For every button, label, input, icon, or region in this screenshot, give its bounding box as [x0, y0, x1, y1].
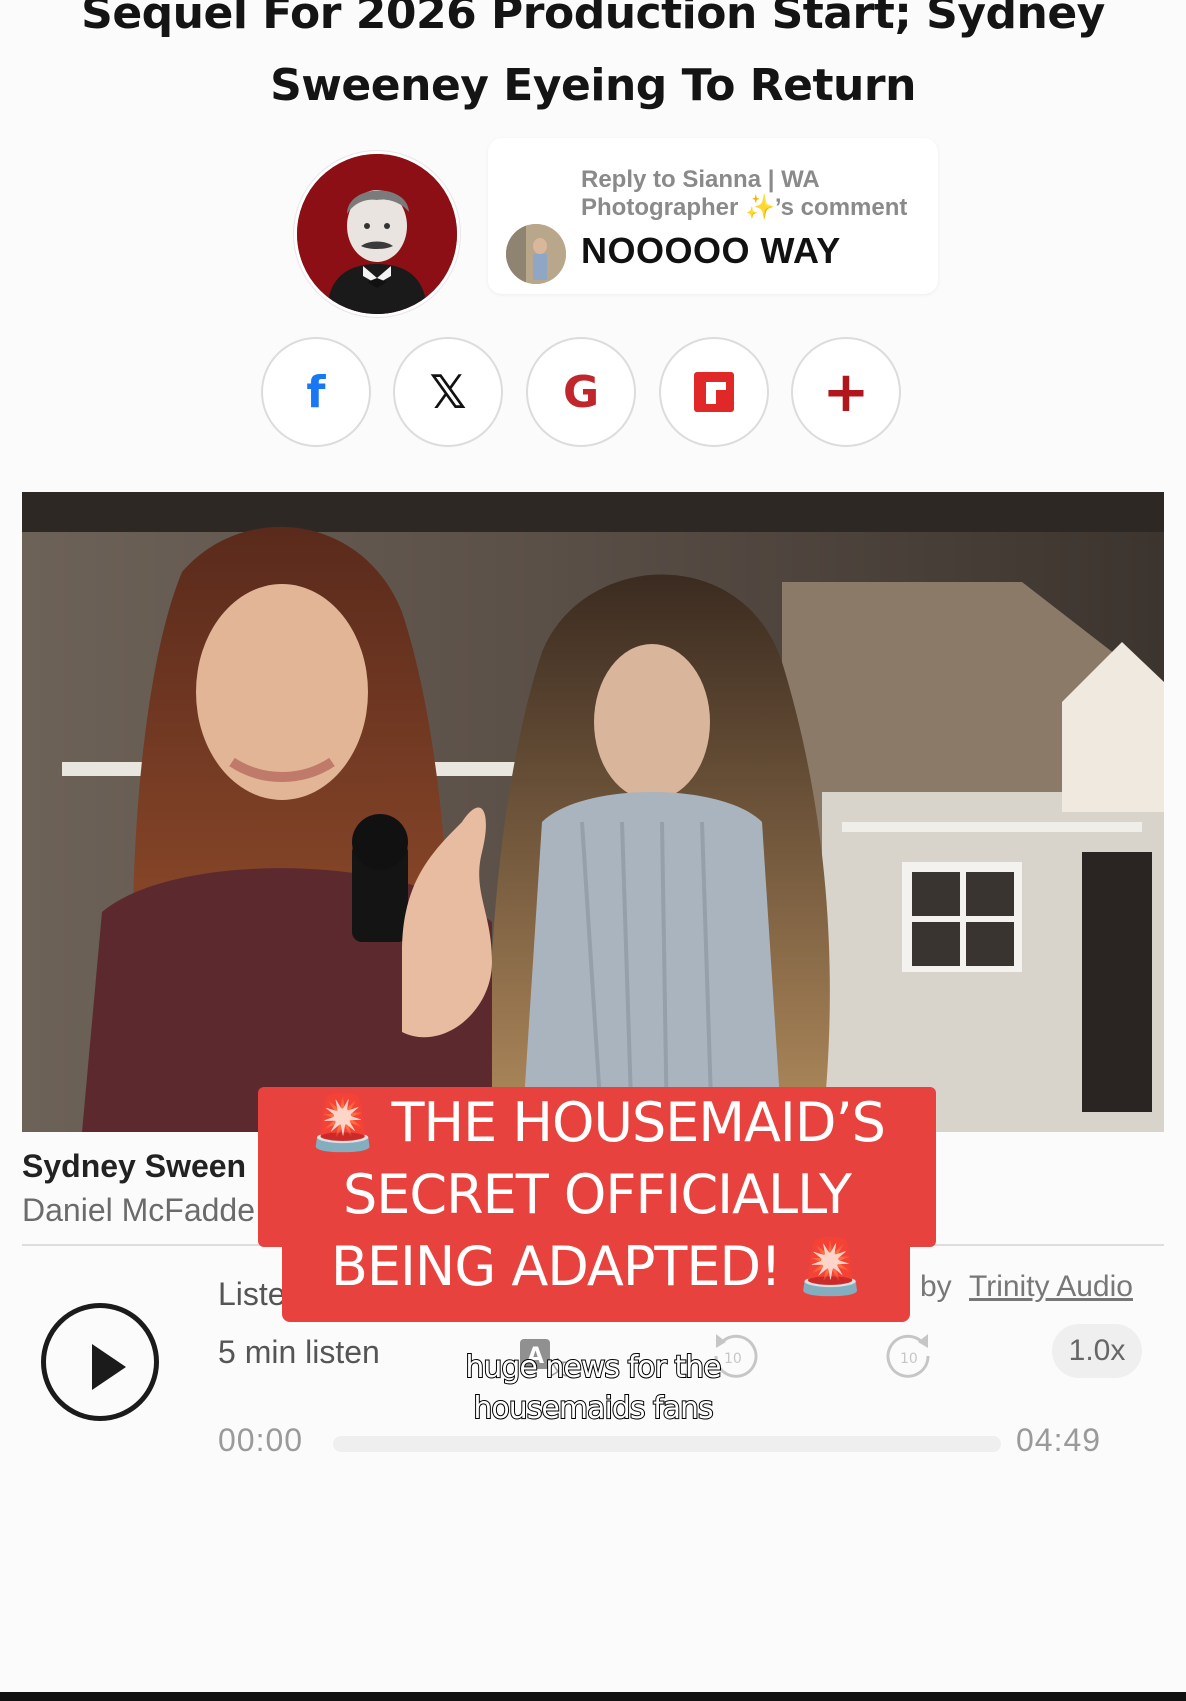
article-headline: Sequel For 2026 Production Start; Sydney… [0, 0, 1186, 122]
overlay-banner-text: 🚨 THE HOUSEMAID’S SECRET OFFICIALLY BEIN… [258, 1087, 936, 1303]
banner-line-3: BEING ADAPTED! 🚨 [330, 1235, 864, 1298]
flipboard-share-button[interactable] [659, 337, 769, 447]
facebook-share-button[interactable]: f [261, 337, 371, 447]
subtitle-line-2: housemaids fans [472, 1390, 714, 1427]
reply-label: Reply to Sianna | WA Photographer ✨’s co… [581, 166, 908, 221]
audio-progress-bar[interactable] [333, 1436, 1001, 1452]
x-icon: 𝕏 [429, 365, 467, 419]
image-caption-title: Sydney Sween [22, 1148, 247, 1184]
bottom-edge-bar [0, 1692, 1186, 1701]
banner-line-2: SECRET OFFICIALLY [343, 1163, 852, 1226]
commenter-avatar-graphic [506, 224, 566, 284]
google-share-button[interactable]: G [526, 337, 636, 447]
flipboard-icon [694, 372, 734, 412]
headline-line-2: Sweeney Eyeing To Return [270, 60, 916, 111]
x-share-button[interactable]: 𝕏 [393, 337, 503, 447]
google-icon: G [562, 366, 600, 418]
video-subtitle: huge news for the housemaids fans [0, 1347, 1186, 1429]
author-portrait-graphic [297, 154, 457, 314]
author-avatar[interactable] [294, 151, 460, 317]
more-share-button[interactable]: + [791, 337, 901, 447]
reply-comment-text: NOOOOO WAY [581, 230, 841, 271]
plus-icon: + [822, 359, 870, 425]
hero-scene-graphic [22, 492, 1164, 1132]
headline-line-1: Sequel For 2026 Production Start; Sydney [81, 0, 1105, 39]
facebook-icon: f [306, 366, 326, 418]
article-hero-image [22, 492, 1164, 1132]
image-caption-credit: Daniel McFadde [22, 1192, 255, 1228]
comment-reply-card[interactable]: Reply to Sianna | WA Photographer ✨’s co… [488, 138, 938, 294]
banner-line-1: 🚨 THE HOUSEMAID’S [309, 1091, 886, 1154]
trinity-audio-link[interactable]: Trinity Audio [969, 1270, 1133, 1304]
commenter-avatar [506, 224, 566, 284]
subtitle-line-1: huge news for the [464, 1349, 722, 1386]
share-buttons: f 𝕏 G + [261, 337, 901, 447]
